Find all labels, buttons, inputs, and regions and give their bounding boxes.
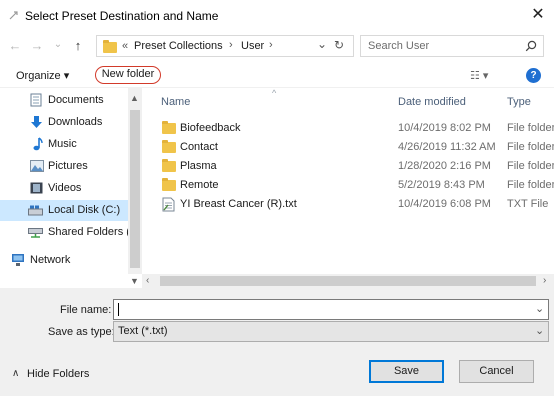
file-type: File folder [507,160,554,172]
sidebar-item-label: Downloads [48,116,103,128]
sidebar-scroll-thumb[interactable] [130,110,140,268]
search-input[interactable]: Search User [368,40,429,52]
drive-icon [28,205,43,216]
sidebar-item-documents[interactable]: Documents [0,90,128,111]
sidebar-item-label: Local Disk (C:) [48,204,121,216]
close-button[interactable]: ✕ [528,5,548,25]
sidebar-item-label: Documents [48,94,104,106]
search-box[interactable]: Search User [360,35,544,57]
horizontal-scroll-thumb[interactable] [160,276,536,286]
file-date: 5/2/2019 8:43 PM [398,179,485,191]
address-bar[interactable]: « Preset Collections › User › ⌄ ↻ [96,35,354,57]
folder-icon [103,40,117,53]
sidebar-item-label: Music [48,138,77,150]
text-cursor [118,303,119,316]
scroll-left-icon[interactable]: ‹ [146,275,149,286]
search-icon[interactable] [525,40,537,52]
sidebar-item-network[interactable]: Network [0,250,128,271]
column-header-type[interactable]: Type [507,96,531,108]
file-name-label: File name: [60,304,112,316]
file-row[interactable]: Remote 5/2/2019 8:43 PM File folder [142,176,554,195]
chevron-down-icon[interactable]: ⌄ [535,302,544,315]
recent-locations-icon[interactable]: ⌄ [51,36,65,54]
sidebar-item-pictures[interactable]: Pictures [0,156,128,177]
column-header-name[interactable]: Name [161,96,190,108]
file-row[interactable]: Plasma 1/28/2020 2:16 PM File folder [142,157,554,176]
sidebar-item-downloads[interactable]: Downloads [0,112,128,133]
sort-ascending-icon: ^ [272,88,277,98]
file-row[interactable]: Biofeedback 10/4/2019 8:02 PM File folde… [142,119,554,138]
save-button[interactable]: Save [369,360,444,383]
hide-folders-button[interactable]: Hide Folders [27,368,89,380]
save-type-label: Save as type: [48,326,115,338]
file-date: 10/4/2019 8:02 PM [398,122,491,134]
file-row[interactable]: Contact 4/26/2019 11:32 AM File folder [142,138,554,157]
refresh-icon[interactable]: ↻ [334,38,344,52]
up-arrow-icon[interactable]: ↑ [71,37,85,55]
file-name: Contact [180,141,218,153]
organize-menu[interactable]: Organize ▾ [16,69,69,82]
file-list: Name ^ Date modified Type Biofeedback 10… [142,88,554,274]
save-type-select[interactable]: Text (*.txt) ⌄ [113,321,549,342]
column-header-date[interactable]: Date modified [398,96,466,108]
text-file-icon [162,197,175,212]
sidebar-item-label: Pictures [48,160,88,172]
help-icon[interactable]: ? [526,68,541,83]
sidebar-item-label: Network [30,254,71,266]
file-type: File folder [507,141,554,153]
view-options-icon[interactable]: ☷ ▾ [470,69,488,82]
folder-icon [162,178,176,191]
file-date: 10/4/2019 6:08 PM [398,198,491,210]
network-icon [12,254,24,266]
file-type: File folder [507,179,554,191]
file-row[interactable]: YI Breast Cancer (R).txt 10/4/2019 6:08 … [142,195,554,214]
music-icon [33,137,43,151]
sidebar-item-shared-folders[interactable]: Shared Folders (\ [0,222,133,243]
sidebar-item-label: Shared Folders (\ [48,226,133,238]
breadcrumb-chevron-icon[interactable]: › [269,39,273,51]
sidebar-item-music[interactable]: Music [0,134,128,155]
file-type: File folder [507,122,554,134]
breadcrumb-chevron-icon[interactable]: › [229,39,233,51]
breadcrumb-overflow[interactable]: « [122,40,128,52]
sidebar-item-local-disk[interactable]: Local Disk (C:) [0,200,128,221]
pictures-icon [30,160,44,172]
sidebar-item-videos[interactable]: Videos [0,178,128,199]
new-folder-button[interactable]: New folder [95,66,161,84]
file-date: 4/26/2019 11:32 AM [398,141,496,153]
downloads-icon [31,116,42,128]
address-dropdown-icon[interactable]: ⌄ [317,37,327,51]
chevron-up-icon[interactable]: ∧ [12,368,19,379]
file-name: Plasma [180,160,217,172]
app-feather-icon [9,11,18,20]
breadcrumb-user[interactable]: User [241,40,264,52]
file-name: YI Breast Cancer (R).txt [180,198,297,210]
videos-icon [30,182,43,194]
scroll-up-icon[interactable]: ▲ [130,93,139,103]
forward-arrow-icon[interactable]: → [30,37,44,55]
breadcrumb-preset-collections[interactable]: Preset Collections [134,40,223,52]
file-name-input[interactable]: ⌄ [113,299,549,320]
folder-icon [162,159,176,172]
cancel-button[interactable]: Cancel [459,360,534,383]
sidebar-item-label: Videos [48,182,82,194]
chevron-down-icon[interactable]: ⌄ [535,324,544,337]
folder-icon [162,121,176,134]
folder-icon [162,140,176,153]
scroll-right-icon[interactable]: › [543,275,546,286]
documents-icon [30,93,42,107]
file-type: TXT File [507,198,549,210]
file-date: 1/28/2020 2:16 PM [398,160,491,172]
scroll-down-icon[interactable]: ▼ [130,276,139,286]
back-arrow-icon[interactable]: ← [8,37,22,55]
save-type-value: Text (*.txt) [118,325,168,337]
network-drive-icon [28,228,43,238]
dialog-title: Select Preset Destination and Name [25,9,219,23]
file-name: Biofeedback [180,122,241,134]
file-name: Remote [180,179,219,191]
